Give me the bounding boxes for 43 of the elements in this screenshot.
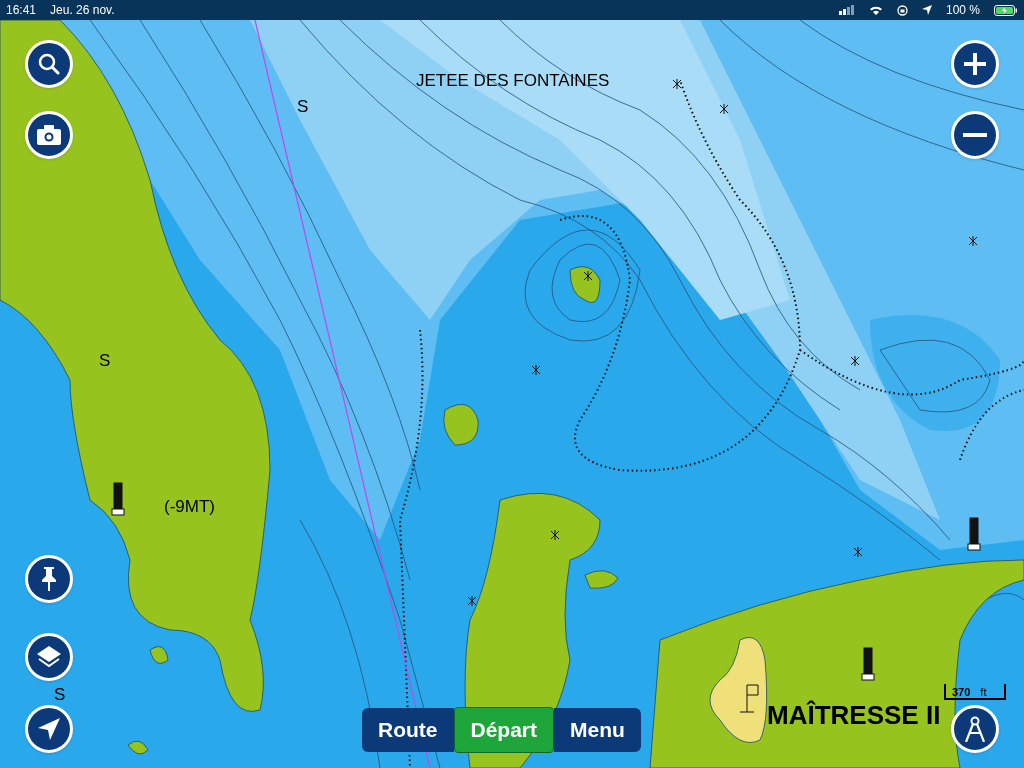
hazard-mark-icon xyxy=(531,364,541,376)
chart-label: S xyxy=(99,350,111,372)
chart-label: S xyxy=(297,96,309,118)
island xyxy=(584,570,619,589)
camera-icon xyxy=(37,125,61,145)
navigation-arrow-icon xyxy=(38,718,60,740)
island xyxy=(127,740,149,755)
minus-icon xyxy=(963,133,987,137)
chart-label: (-9MT) xyxy=(164,496,215,518)
flag-icon xyxy=(739,684,759,713)
beacon-icon xyxy=(967,517,981,551)
chart-label: S xyxy=(54,684,66,706)
hazard-mark-icon xyxy=(583,270,593,282)
island xyxy=(149,646,169,664)
bottom-bar-button[interactable]: Menu xyxy=(554,708,641,752)
island xyxy=(569,266,601,303)
status-date: Jeu. 26 nov. xyxy=(50,2,115,19)
pushpin-icon xyxy=(41,567,57,591)
search-icon xyxy=(37,52,61,76)
hazard-mark-icon xyxy=(719,103,729,115)
place-name-label: MAÎTRESSE II xyxy=(767,699,941,732)
beacon-icon xyxy=(861,647,875,681)
beacon-icon xyxy=(111,482,125,516)
compass-divider-icon xyxy=(964,716,986,742)
wifi-icon xyxy=(868,4,883,16)
hazard-mark-icon xyxy=(467,595,477,607)
lock-rotation-icon xyxy=(896,4,908,16)
hazard-mark-icon xyxy=(672,78,682,90)
chart-label: JETEE DES FONTAINES xyxy=(416,70,610,92)
hazard-mark-icon xyxy=(853,546,863,558)
hazard-mark-icon xyxy=(968,235,978,247)
battery-charging-icon xyxy=(994,4,1018,16)
battery-percentage: 100 % xyxy=(945,2,980,19)
signal-icon xyxy=(838,5,855,15)
hazard-mark-icon xyxy=(850,355,860,367)
layers-icon xyxy=(37,646,61,668)
island xyxy=(443,404,479,446)
scale-unit: ft xyxy=(980,687,987,698)
hazard-mark-icon xyxy=(550,529,560,541)
status-time: 16:41 xyxy=(6,2,37,19)
plus-icon xyxy=(963,52,987,76)
location-arrow-icon xyxy=(921,5,932,15)
bottom-bar-button[interactable]: Route xyxy=(362,708,454,752)
